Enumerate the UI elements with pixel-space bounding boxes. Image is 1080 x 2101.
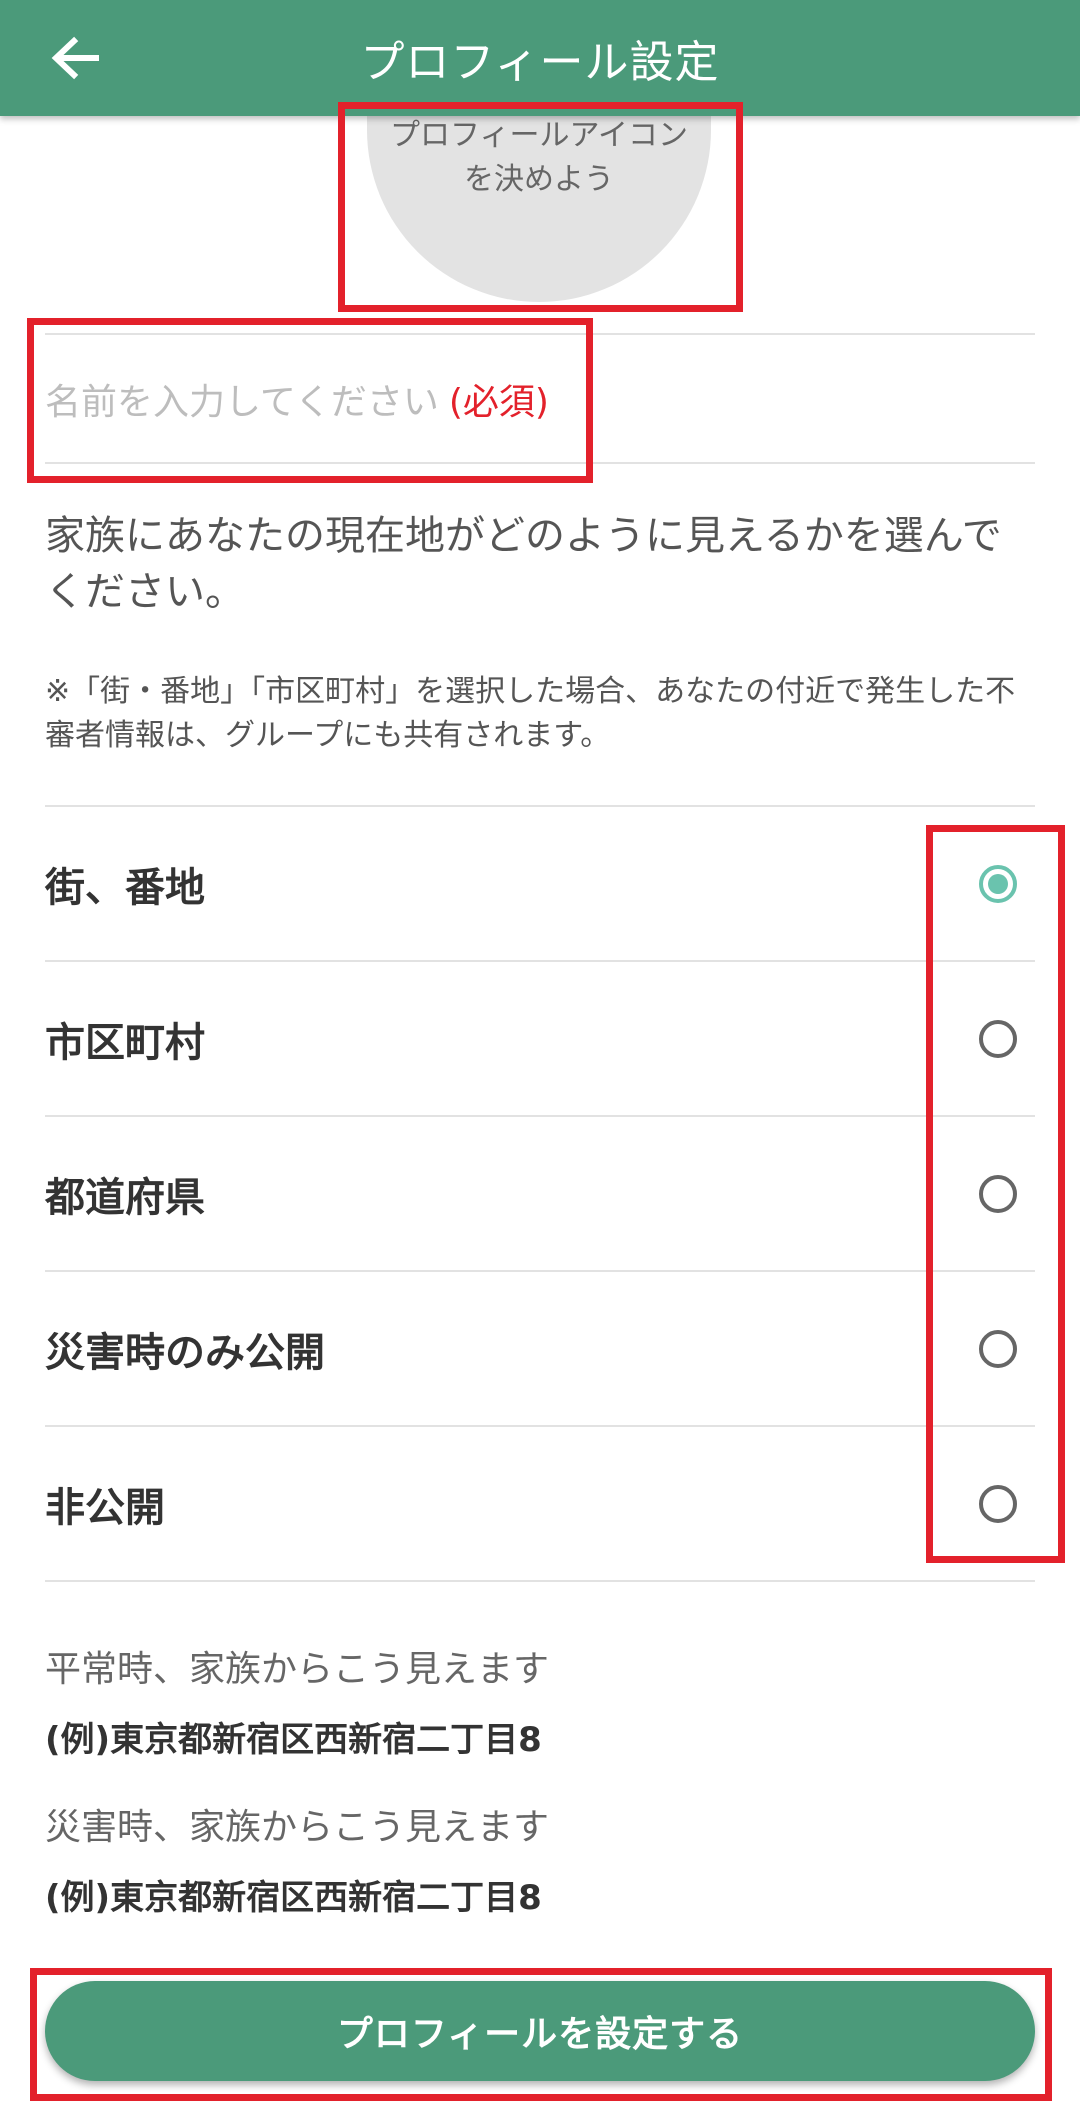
normal-preview-label: 平常時、家族からこう見えます [45,1649,550,1690]
radio-button[interactable] [979,1484,1017,1523]
radio-button[interactable] [979,1174,1017,1213]
normal-preview-value: (例)東京都新宿区西新宿二丁目8 [45,1720,542,1760]
name-input[interactable]: 名前を入力してください (必須) [45,336,1035,462]
option-private[interactable]: 非公開 [45,1426,1035,1581]
name-input-placeholder: 名前を入力してください [45,382,439,423]
option-prefecture[interactable]: 都道府県 [45,1116,1035,1271]
page-title: プロフィール設定 [360,37,720,88]
radio-button[interactable] [979,1329,1017,1368]
disaster-preview-label: 災害時、家族からこう見えます [45,1807,550,1848]
visibility-note: ※「街・番地」「市区町村」を選択した場合、あなたの付近で発生した不審者情報は、グ… [45,674,1016,753]
disaster-preview-value: (例)東京都新宿区西新宿二丁目8 [45,1878,542,1918]
visibility-description: 家族にあなたの現在地がどのように見えるかを選んでください。 [45,513,1002,615]
option-label: 都道府県 [45,1174,205,1221]
set-profile-button[interactable]: プロフィールを設定する [45,1981,1035,2081]
option-disaster-only[interactable]: 災害時のみ公開 [45,1271,1035,1426]
avatar-placeholder-text: プロフィールアイコン を決めよう [390,118,688,197]
option-label: 災害時のみ公開 [45,1329,325,1376]
radio-button-selected[interactable] [979,864,1017,903]
divider [45,462,1035,464]
divider [45,1580,1035,1582]
option-street-address[interactable]: 街、番地 [45,806,1035,961]
option-municipality[interactable]: 市区町村 [45,961,1035,1116]
option-label: 市区町村 [45,1019,205,1066]
required-label: (必須) [448,382,549,423]
option-label: 街、番地 [45,864,205,911]
divider [45,333,1035,335]
app-bar: プロフィール設定 [0,0,1080,116]
option-label: 非公開 [45,1484,165,1531]
radio-button[interactable] [979,1019,1017,1058]
